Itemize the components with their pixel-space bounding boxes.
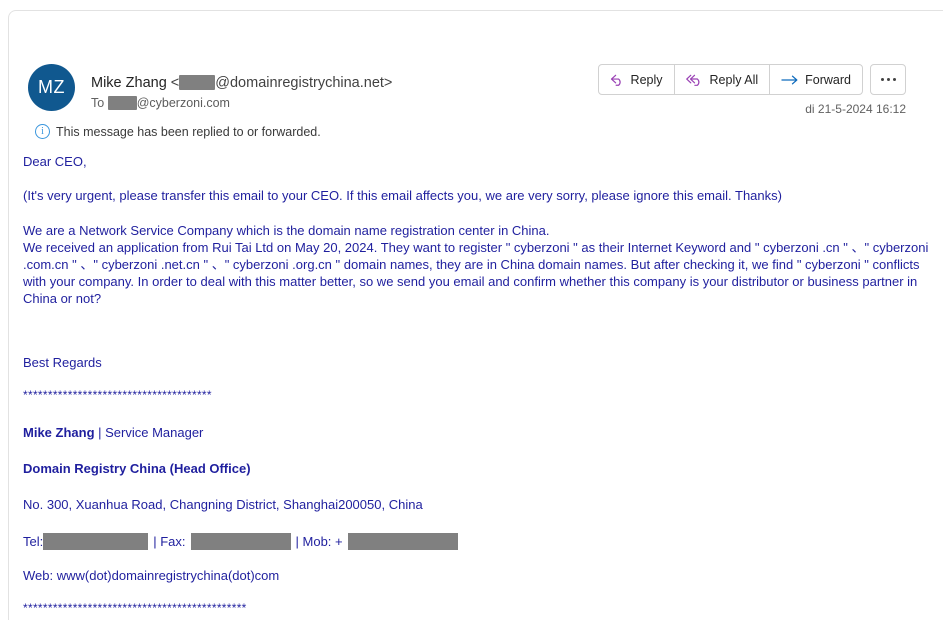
email-reading-pane: MZ Mike Zhang < @domainregistrychina.net>… <box>8 10 943 620</box>
company-name: Domain Registry China (Head Office) <box>23 461 251 476</box>
paragraph-line-1: We are a Network Service Company which i… <box>23 223 550 238</box>
reply-all-icon <box>685 73 704 87</box>
star-divider-bottom: ****************************************… <box>23 601 247 615</box>
contact-numbers-line: Tel: | Fax: | Mob: + <box>23 533 933 550</box>
reply-button[interactable]: Reply <box>599 65 675 94</box>
info-notice-text: This message has been replied to or forw… <box>56 124 321 139</box>
sender-address-open: < <box>166 75 180 91</box>
avatar: MZ <box>28 64 75 111</box>
to-label: To <box>91 96 105 110</box>
reply-button-label: Reply <box>630 72 663 87</box>
reply-icon <box>610 73 625 87</box>
forward-button-label: Forward <box>805 72 851 87</box>
message-timestamp: di 21-5-2024 16:12 <box>805 102 906 116</box>
sender-block: Mike Zhang < @domainregistrychina.net> To… <box>91 73 611 112</box>
more-actions-button[interactable] <box>870 64 906 95</box>
reply-button-group: Reply Reply All Forward <box>597 64 863 95</box>
mob-label: | Mob: + <box>295 533 343 549</box>
sender-line: Mike Zhang < @domainregistrychina.net> <box>91 73 611 93</box>
closing-text: Best Regards <box>23 355 102 370</box>
urgent-note-text: (It's very urgent, please transfer this … <box>23 188 782 203</box>
star-divider-top: ************************************** <box>23 388 212 402</box>
company-address: No. 300, Xuanhua Road, Changning Distric… <box>23 497 423 512</box>
greeting-text: Dear CEO, <box>23 154 87 169</box>
replied-forwarded-notice: i This message has been replied to or fo… <box>35 124 321 139</box>
fax-label: | Fax: <box>153 533 186 549</box>
recipient-line: To @cyberzoni.com <box>91 95 611 112</box>
info-icon: i <box>35 124 50 139</box>
redacted-sender-local-part <box>179 74 216 90</box>
ellipsis-dot <box>886 78 890 81</box>
message-toolbar: Reply Reply All Forward <box>597 64 906 95</box>
sender-address-domain: @domainregistrychina.net> <box>215 75 393 91</box>
reply-all-button-label: Reply All <box>709 72 759 87</box>
redacted-mobile <box>347 533 458 550</box>
redacted-telephone <box>43 533 149 550</box>
sender-name: Mike Zhang <box>91 75 167 91</box>
reply-all-button[interactable]: Reply All <box>675 65 771 94</box>
tel-label: Tel: <box>23 533 44 549</box>
ellipsis-dot <box>892 78 896 81</box>
email-header: MZ Mike Zhang < @domainregistrychina.net>… <box>9 11 943 139</box>
redacted-recipient-local-part <box>107 95 137 110</box>
redacted-fax <box>190 533 291 550</box>
signature-name: Mike Zhang <box>23 425 95 440</box>
signature-line: Mike Zhang | Service Manager <box>23 425 933 441</box>
recipient-domain: @cyberzoni.com <box>136 96 230 110</box>
ellipsis-dot <box>880 78 884 81</box>
forward-button[interactable]: Forward <box>770 65 862 94</box>
forward-arrow-icon <box>781 74 799 86</box>
website-line: Web: www(dot)domainregistrychina(dot)com <box>23 568 280 583</box>
message-body: Dear CEO, (It's very urgent, please tran… <box>23 154 933 616</box>
main-paragraph: We are a Network Service Company which i… <box>23 222 933 307</box>
signature-title: | Service Manager <box>94 425 204 440</box>
paragraph-line-2: We received an application from Rui Tai … <box>23 240 929 306</box>
